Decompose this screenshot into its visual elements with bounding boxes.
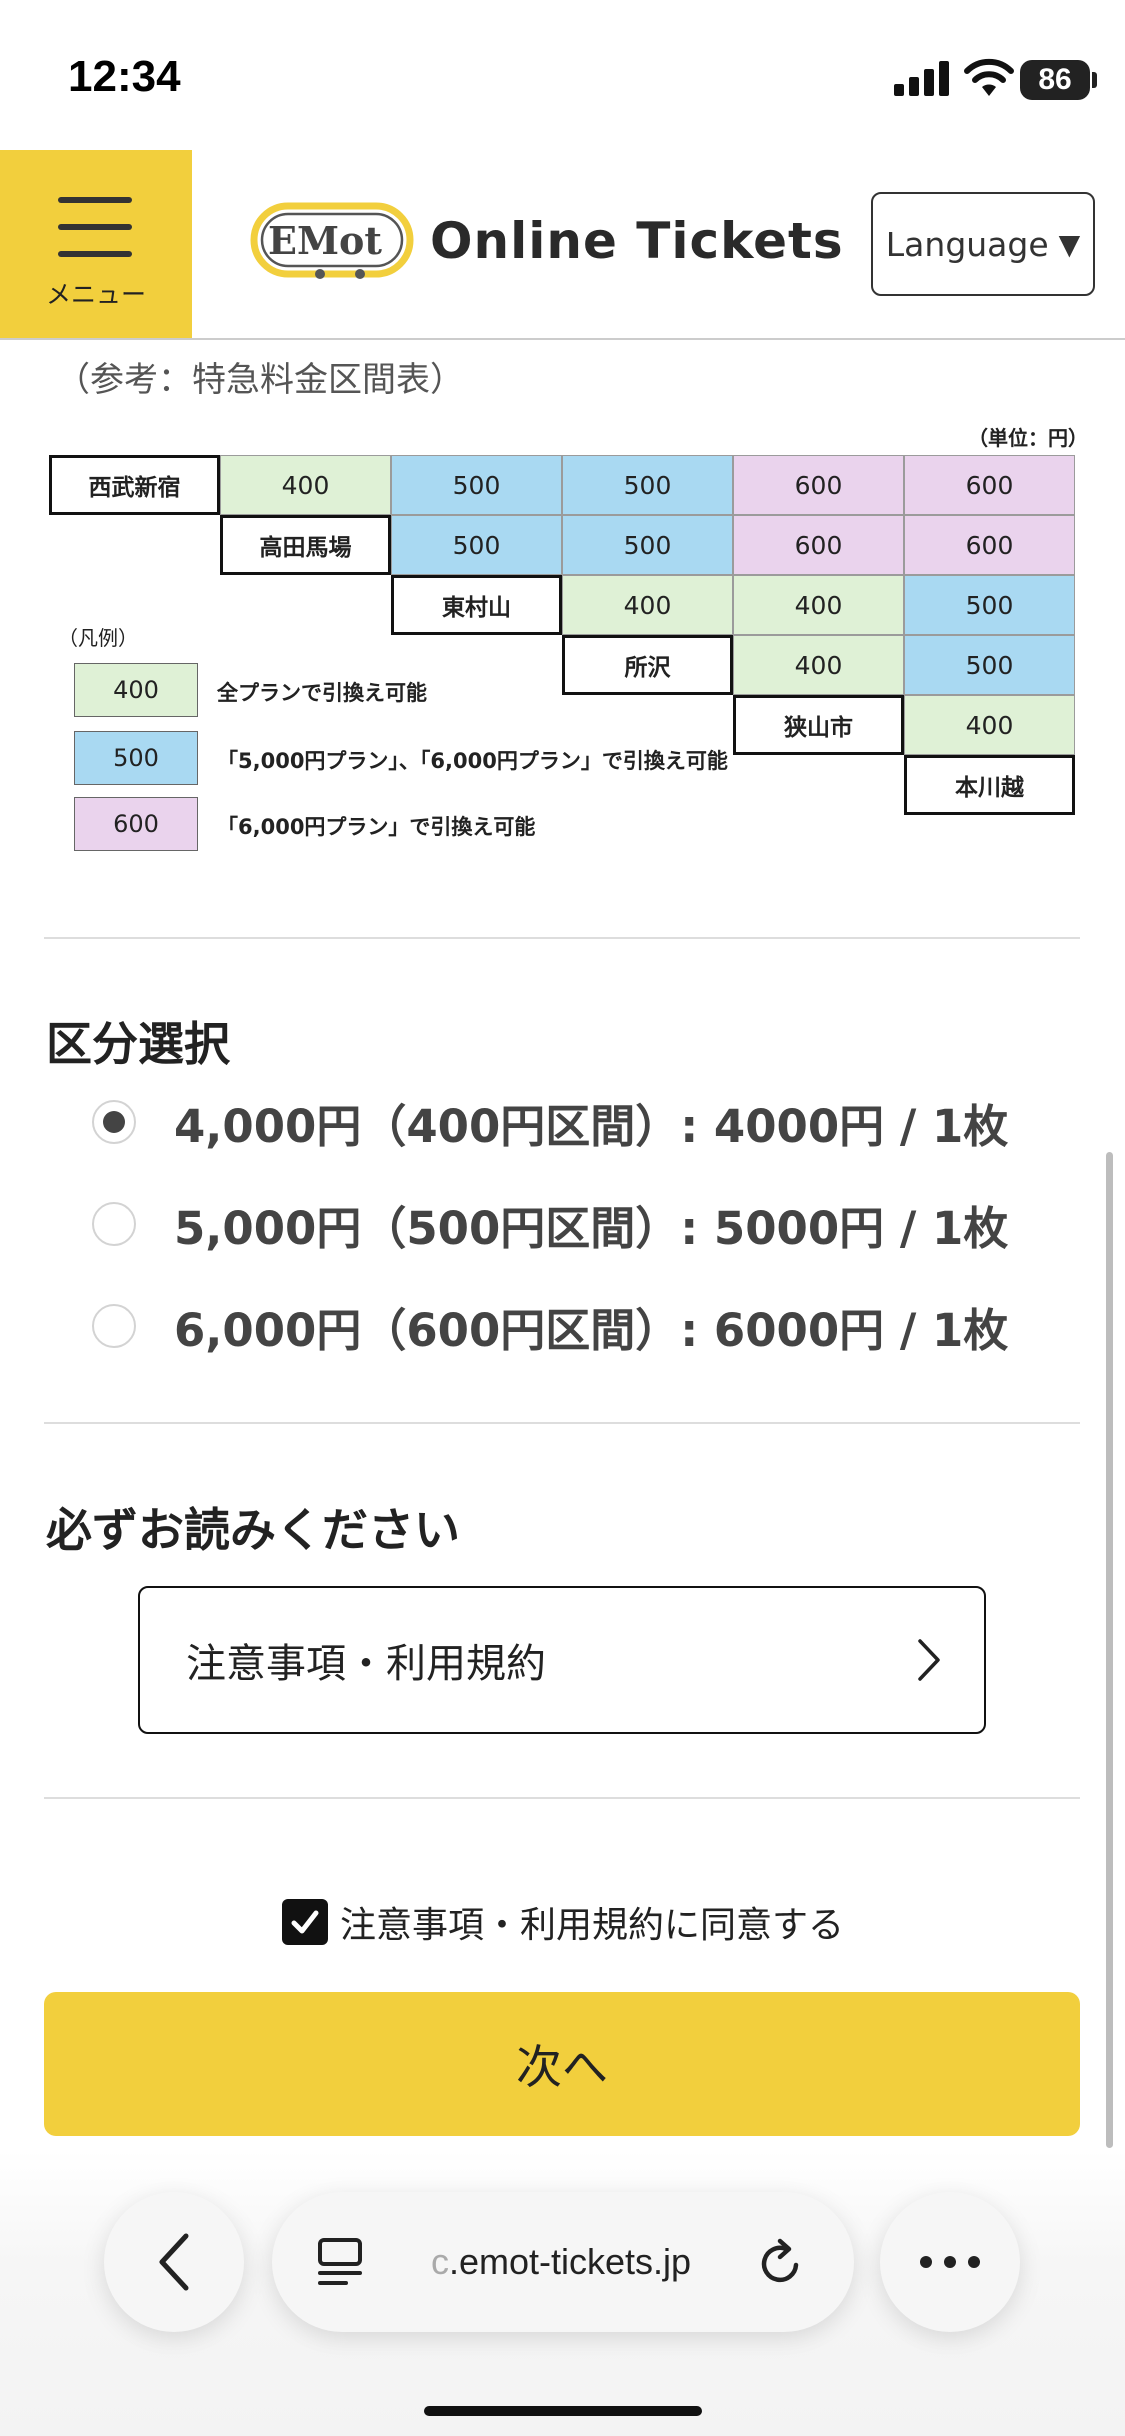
- battery-icon: 86: [1020, 60, 1090, 100]
- fare-cell: 400: [733, 575, 904, 635]
- language-select[interactable]: Language ▼: [871, 192, 1095, 296]
- fare-table-caption: （参考：特急料金区間表）: [56, 360, 464, 400]
- wifi-icon: [964, 58, 1014, 96]
- fare-cell: 500: [391, 455, 562, 515]
- more-button[interactable]: [880, 2192, 1020, 2332]
- station-cell: 狭山市: [733, 695, 904, 755]
- agree-checkbox-row[interactable]: 注意事項・利用規約に同意する: [282, 1894, 844, 1950]
- reload-icon[interactable]: [756, 2235, 806, 2289]
- category-title: 区分選択: [46, 1017, 230, 1071]
- fare-cell: 500: [391, 515, 562, 575]
- fare-cell: 400: [220, 455, 391, 515]
- section-divider: [44, 1422, 1080, 1424]
- section-divider: [44, 937, 1080, 939]
- url-faded: c: [430, 2241, 449, 2282]
- cellular-signal-icon: [894, 61, 949, 96]
- option-500-radio-row[interactable]: 5,000円（500円区間）: 5000円 / 1枚: [92, 1184, 1008, 1264]
- fare-cell: 400: [733, 635, 904, 695]
- battery-tip: [1092, 72, 1097, 88]
- agree-checkbox[interactable]: [282, 1899, 328, 1945]
- fare-cell: 500: [904, 575, 1075, 635]
- fare-cell: 400: [904, 695, 1075, 755]
- fare-cell: 600: [733, 515, 904, 575]
- logo-badge-text: EMot: [268, 218, 382, 263]
- option-600-radio-row[interactable]: 6,000円（600円区間）: 6000円 / 1枚: [92, 1286, 1008, 1366]
- next-button[interactable]: 次へ: [44, 1992, 1080, 2136]
- terms-label: 注意事項・利用規約: [186, 1641, 546, 1687]
- page-menu-icon[interactable]: [316, 2236, 366, 2288]
- url-text[interactable]: c.emot-tickets.jp: [431, 2241, 691, 2283]
- notice-title: 必ずお読みください: [46, 1503, 460, 1557]
- legend-swatch-500: 500: [74, 731, 198, 785]
- fare-table-unit: （単位：円）: [968, 426, 1088, 450]
- legend-text-500: 「5,000円プラン」、「6,000円プラン」で引換え可能: [217, 749, 728, 773]
- radio-button[interactable]: [92, 1100, 136, 1144]
- legend-title: （凡例）: [58, 626, 138, 650]
- option-label[interactable]: 4,000円（400円区間）: 4000円 / 1枚: [174, 1090, 1008, 1155]
- fare-cell: 500: [904, 635, 1075, 695]
- radio-button[interactable]: [92, 1202, 136, 1246]
- check-icon: [291, 1910, 319, 1934]
- hamburger-icon[interactable]: [58, 197, 132, 278]
- dropdown-arrow-icon: ▼: [1058, 227, 1081, 261]
- fare-cell: 400: [562, 575, 733, 635]
- language-label: Language: [885, 224, 1049, 264]
- option-label[interactable]: 6,000円（600円区間）: 6000円 / 1枚: [174, 1294, 1008, 1359]
- ellipsis-icon: [920, 2256, 980, 2268]
- back-button[interactable]: [104, 2192, 244, 2332]
- chevron-right-icon: [918, 1639, 940, 1681]
- address-bar[interactable]: c.emot-tickets.jp: [272, 2192, 854, 2332]
- station-cell: 本川越: [904, 755, 1075, 815]
- agree-label[interactable]: 注意事項・利用規約に同意する: [340, 1896, 844, 1948]
- legend-swatch-600: 600: [74, 797, 198, 851]
- fare-cell: 600: [904, 455, 1075, 515]
- option-label[interactable]: 5,000円（500円区間）: 5000円 / 1枚: [174, 1192, 1008, 1257]
- fare-cell: 600: [904, 515, 1075, 575]
- status-time: 12:34: [68, 52, 181, 101]
- menu-label[interactable]: メニュー: [0, 275, 192, 311]
- url-domain: .emot-tickets.jp: [448, 2241, 692, 2282]
- station-cell: 西武新宿: [49, 455, 220, 515]
- chevron-left-icon: [159, 2233, 189, 2291]
- fare-cell: 500: [562, 515, 733, 575]
- header-divider: [0, 338, 1125, 340]
- fare-cell: 500: [562, 455, 733, 515]
- fare-cell: 600: [733, 455, 904, 515]
- option-400-radio-row[interactable]: 4,000円（400円区間）: 4000円 / 1枚: [92, 1082, 1008, 1162]
- station-cell: 高田馬場: [220, 515, 391, 575]
- legend-text-400: 全プランで引換え可能: [217, 681, 427, 705]
- terms-button[interactable]: 注意事項・利用規約: [138, 1586, 986, 1734]
- legend-swatch-400: 400: [74, 663, 198, 717]
- logo-text[interactable]: Online Tickets: [430, 212, 844, 270]
- radio-button[interactable]: [92, 1304, 136, 1348]
- section-divider: [44, 1797, 1080, 1799]
- station-cell: 所沢: [562, 635, 733, 695]
- legend-text-600: 「6,000円プラン」で引換え可能: [217, 815, 536, 839]
- home-indicator: [424, 2406, 702, 2416]
- scrollbar[interactable]: [1106, 1152, 1113, 2148]
- station-cell: 東村山: [391, 575, 562, 635]
